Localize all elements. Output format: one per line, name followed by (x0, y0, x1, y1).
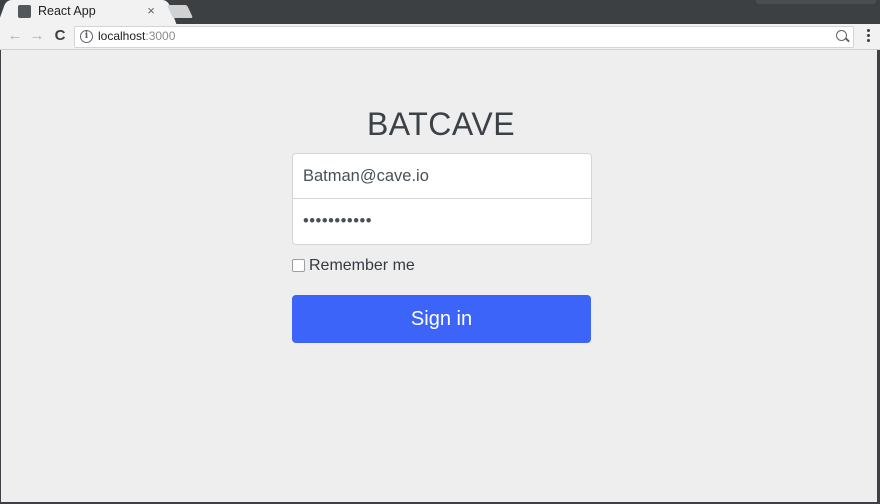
zoom-icon[interactable] (836, 30, 847, 41)
address-bar[interactable]: i localhost:3000 (74, 26, 854, 48)
page-content: BATCAVE Batman@cave.io ••••••••••• Remem… (1, 50, 877, 502)
page-title: BATCAVE (366, 106, 516, 142)
email-field[interactable]: Batman@cave.io (293, 154, 591, 199)
url-port: :3000 (145, 29, 176, 43)
sign-in-button[interactable]: Sign in (292, 295, 591, 343)
password-field[interactable]: ••••••••••• (293, 199, 591, 244)
tab-title: React App (38, 4, 96, 18)
close-tab-icon[interactable]: × (144, 3, 158, 18)
url-host: localhost (98, 29, 146, 43)
url-text: localhost:3000 (98, 29, 175, 43)
browser-tab[interactable]: React App × (8, 0, 166, 24)
info-icon[interactable]: i (80, 30, 93, 43)
forward-button[interactable]: → (28, 27, 46, 45)
back-button[interactable]: ← (6, 27, 24, 45)
remember-me-label[interactable]: Remember me (309, 257, 415, 275)
react-favicon-icon (18, 5, 31, 18)
remember-me-checkbox[interactable] (292, 259, 305, 272)
browser-menu-icon[interactable] (867, 29, 870, 44)
window-controls (756, 0, 876, 4)
login-form: Batman@cave.io ••••••••••• (292, 153, 592, 245)
browser-toolbar: ← → C i localhost:3000 (0, 24, 880, 50)
reload-button[interactable]: C (51, 27, 69, 45)
tab-strip: React App × (0, 0, 880, 24)
